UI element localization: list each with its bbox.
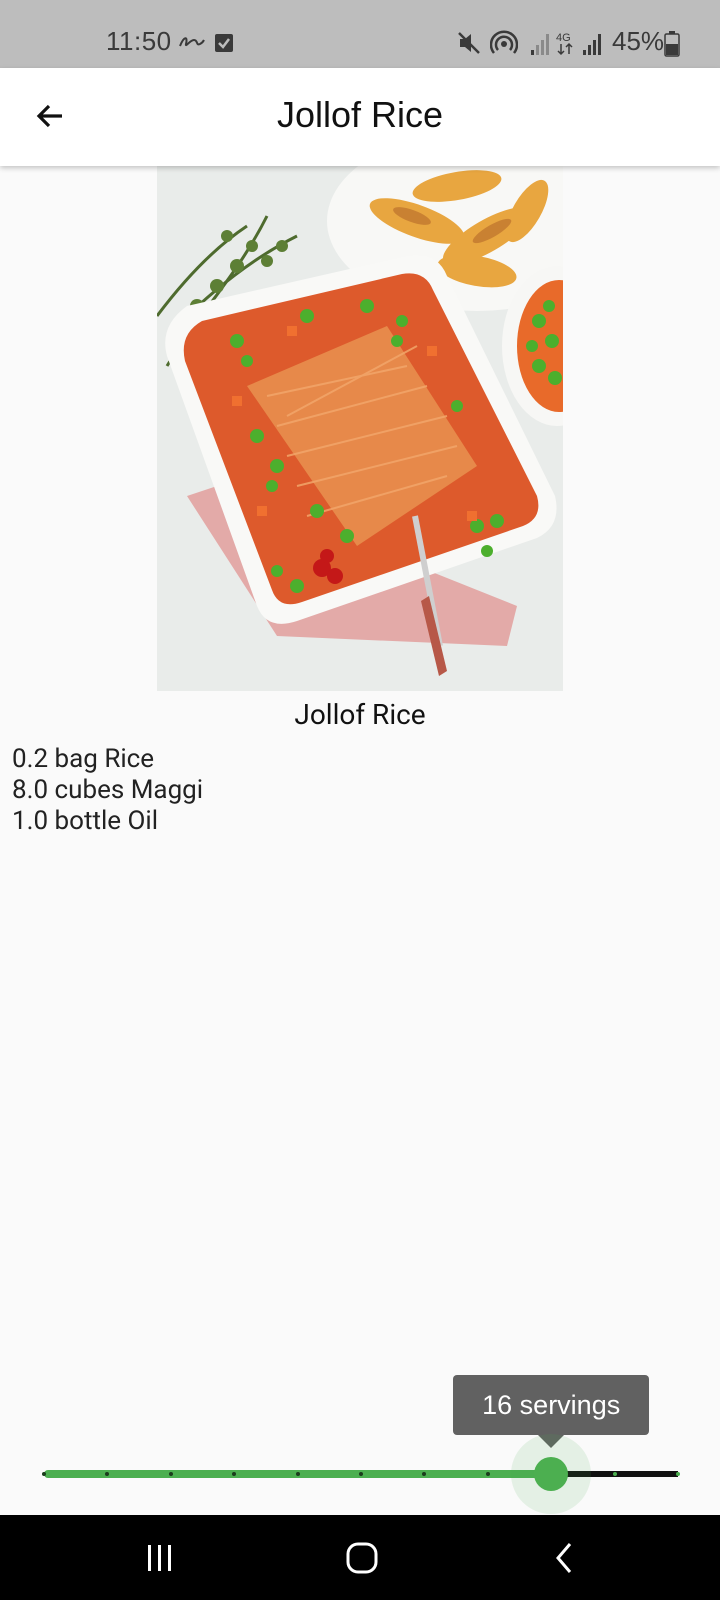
network-4g-icon: 4G [556, 32, 573, 56]
battery-percent: 45% [612, 26, 665, 56]
mute-icon [458, 32, 480, 54]
status-time: 11:50 [106, 26, 172, 56]
ingredient-line: 8.0 cubes Maggi [12, 775, 204, 805]
slider-tick [168, 1472, 173, 1476]
recents-button[interactable] [130, 1533, 190, 1583]
page-title: Jollof Rice [276, 94, 444, 135]
checkbox-icon [215, 34, 233, 52]
slider-thumb[interactable] [534, 1457, 569, 1491]
ingredient-list: 0.2 bag Rice 8.0 cubes Maggi 1.0 bottle … [12, 744, 203, 837]
recents-icon [148, 1545, 171, 1571]
nav-back-icon [556, 1543, 572, 1573]
signature-icon [179, 37, 205, 47]
svg-text:4G: 4G [556, 32, 571, 44]
hotspot-icon [490, 30, 518, 54]
ingredient-line: 1.0 bottle Oil [12, 806, 159, 836]
status-bar: 11:50 4G 45% [0, 0, 720, 68]
slider-tick [42, 1472, 46, 1476]
battery-icon [664, 31, 680, 57]
recipe-content: Jollof Rice 0.2 bag Rice 8.0 cubes Maggi… [0, 166, 720, 1516]
signal-icon [531, 34, 549, 55]
slider-tick [612, 1472, 617, 1476]
servings-tooltip: 16 servings [453, 1375, 650, 1435]
home-icon [346, 1542, 378, 1574]
home-button[interactable] [332, 1533, 392, 1583]
slider-tick [676, 1472, 680, 1476]
servings-slider[interactable]: 16 servings [0, 1375, 720, 1515]
slider-tick [295, 1472, 300, 1476]
ingredient-line: 0.2 bag Rice [12, 744, 155, 774]
slider-tick [485, 1472, 490, 1476]
slider-tick [359, 1472, 363, 1476]
app-bar: Jollof Rice [0, 68, 720, 166]
system-nav-bar [0, 1515, 720, 1600]
nav-back-button[interactable] [534, 1533, 594, 1583]
signal-icon-2 [583, 34, 601, 55]
recipe-name: Jollof Rice [294, 698, 426, 731]
recipe-image [157, 166, 563, 691]
